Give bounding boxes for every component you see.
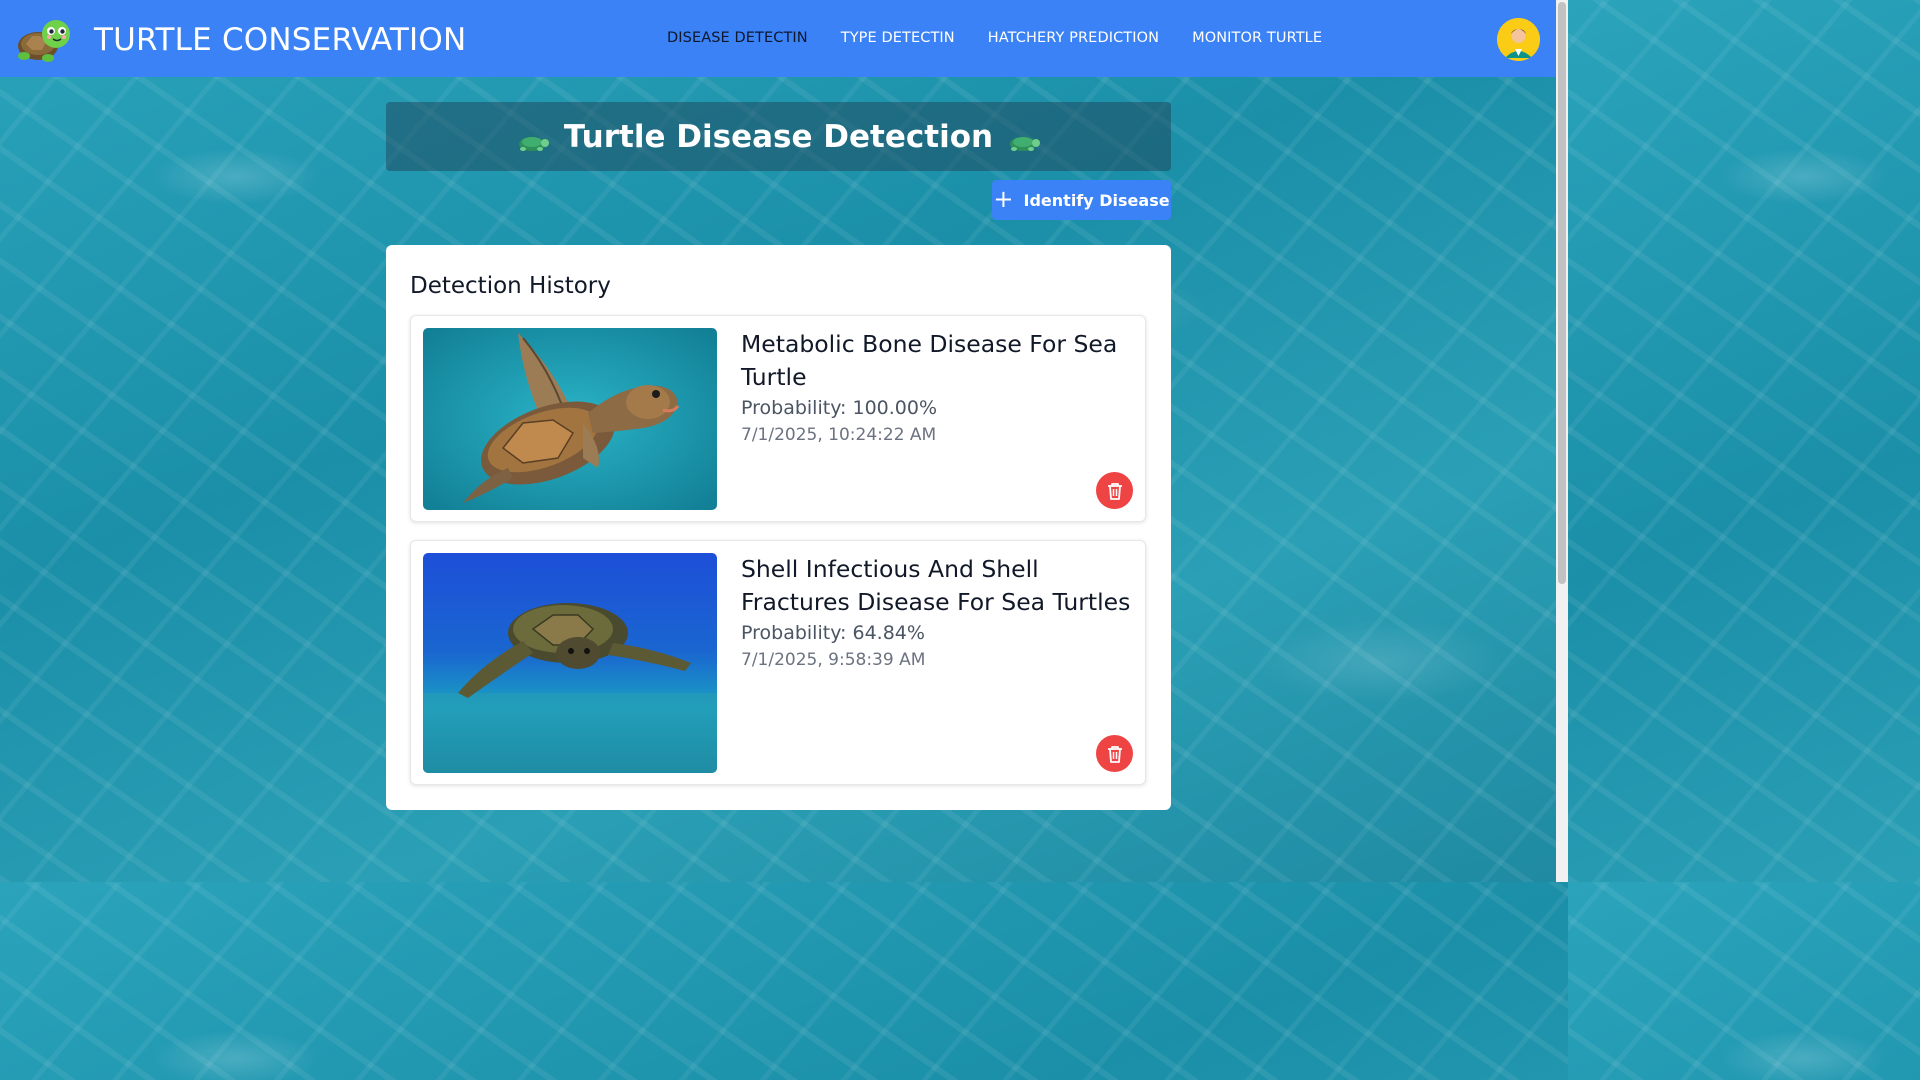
turtle-icon: [518, 136, 549, 151]
delete-button[interactable]: [1096, 472, 1133, 509]
nav-item-disease-detection[interactable]: DISEASE DETECTIN: [667, 30, 808, 46]
page-scrollbar[interactable]: [1556, 0, 1568, 882]
nav-item-monitor-turtle[interactable]: MONITOR TURTLE: [1192, 30, 1322, 46]
probability-text: Probability: 100.00%: [741, 397, 938, 419]
disease-name: Metabolic Bone Disease For Sea Turtle: [741, 330, 1118, 391]
trash-icon: [1107, 745, 1122, 763]
disease-name: Shell Infectious And Shell Fractures Dis…: [741, 555, 1131, 616]
navbar: TURTLE CONSERVATION DISEASE DETECTIN TYP…: [0, 0, 1556, 77]
user-avatar-icon[interactable]: [1497, 18, 1540, 61]
timestamp: 7/1/2025, 10:24:22 AM: [741, 425, 937, 445]
trash-icon: [1107, 482, 1122, 500]
delete-button[interactable]: [1096, 735, 1133, 772]
page-title: Turtle Disease Detection: [563, 118, 994, 155]
nav-item-hatchery-prediction[interactable]: HATCHERY PREDICTION: [988, 30, 1159, 46]
timestamp: 7/1/2025, 9:58:39 AM: [741, 650, 926, 670]
turtle-photo: [423, 553, 717, 773]
plus-icon: +: [993, 184, 1014, 213]
turtle-photo: [423, 328, 717, 510]
brand[interactable]: TURTLE CONSERVATION: [16, 14, 466, 66]
turtle-icon: [1010, 136, 1041, 151]
turtle-icon: [16, 14, 72, 66]
main-nav: DISEASE DETECTIN TYPE DETECTIN HATCHERY …: [667, 30, 1322, 46]
history-card: Metabolic Bone Disease For Sea Turtle Pr…: [410, 315, 1146, 522]
page-title-banner: Turtle Disease Detection: [386, 102, 1171, 171]
probability-text: Probability: 64.84%: [741, 622, 925, 644]
brand-title[interactable]: TURTLE CONSERVATION: [94, 22, 466, 58]
identify-disease-button[interactable]: + Identify Disease: [992, 180, 1171, 220]
scrollbar-thumb[interactable]: [1558, 2, 1566, 584]
history-card: Shell Infectious And Shell Fractures Dis…: [410, 540, 1146, 785]
identify-disease-label: Identify Disease: [1023, 190, 1170, 210]
nav-item-type-detection[interactable]: TYPE DETECTIN: [841, 30, 955, 46]
history-card-body: Shell Infectious And Shell Fractures Dis…: [741, 553, 1137, 670]
detection-history-heading: Detection History: [410, 273, 611, 299]
detection-history-panel: Detection History Metabolic Bone Disease…: [386, 245, 1171, 810]
history-card-body: Metabolic Bone Disease For Sea Turtle Pr…: [741, 328, 1137, 445]
